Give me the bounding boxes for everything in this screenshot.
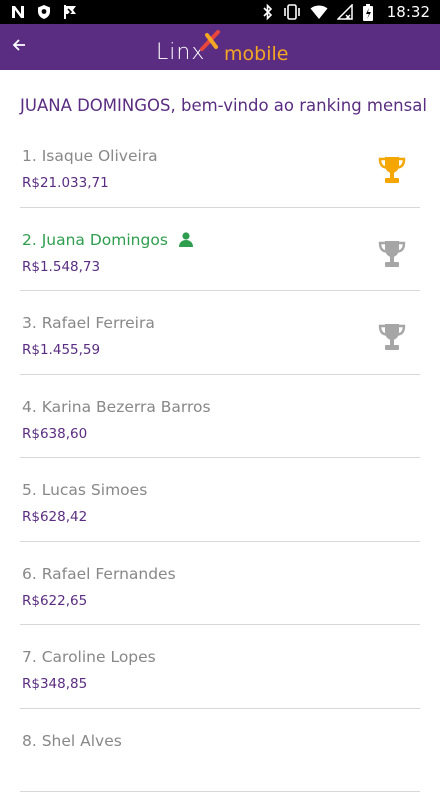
ranking-row[interactable]: 3. Rafael Ferreira R$1.455,59	[20, 291, 420, 375]
ranking-name-text: 5. Lucas Simoes	[22, 481, 147, 499]
ranking-name: 1. Isaque Oliveira	[22, 147, 158, 165]
ranking-name: 6. Rafael Fernandes	[22, 565, 176, 583]
ranking-name-text: 1. Isaque Oliveira	[22, 147, 158, 165]
ranking-list: 1. Isaque Oliveira R$21.033,71 2. Juana Do…	[0, 124, 440, 792]
ranking-row[interactable]: 8. Shel Alves	[20, 709, 420, 792]
no-signal-icon	[337, 4, 353, 20]
ranking-name: 4. Karina Bezerra Barros	[22, 398, 211, 416]
ranking-row[interactable]: 7. Caroline Lopes R$348,85	[20, 625, 420, 709]
logo-x-mark-icon	[198, 29, 224, 51]
vibrate-icon	[283, 4, 301, 20]
status-time: 18:32	[387, 3, 430, 21]
ranking-value: R$622,65	[22, 593, 87, 609]
ranking-value: R$1.455,59	[22, 342, 100, 358]
arrow-left-icon	[11, 37, 27, 53]
ranking-name-text: 6. Rafael Fernandes	[22, 565, 176, 583]
silver-trophy-icon	[376, 321, 408, 353]
silver-trophy-icon	[376, 238, 408, 270]
ranking-row[interactable]: 1. Isaque Oliveira R$21.033,71	[20, 124, 420, 208]
welcome-message: JUANA DOMINGOS, bem-vindo ao ranking men…	[20, 96, 430, 115]
ranking-name: 3. Rafael Ferreira	[22, 314, 155, 332]
ranking-name: 5. Lucas Simoes	[22, 481, 147, 499]
ranking-row[interactable]: 4. Karina Bezerra Barros R$638,60	[20, 375, 420, 459]
ranking-value: R$1.548,73	[22, 259, 100, 275]
status-bar: 18:32	[0, 0, 440, 24]
linx-mobile-logo: Linx mobile	[156, 27, 296, 67]
ranking-name: 7. Caroline Lopes	[22, 648, 156, 666]
ranking-row[interactable]: 6. Rafael Fernandes R$622,65	[20, 542, 420, 626]
logo-mobile-text: mobile	[224, 43, 288, 65]
back-button[interactable]	[6, 32, 32, 58]
bluetooth-icon	[262, 4, 274, 20]
wifi-icon	[310, 4, 328, 20]
ranking-value: R$638,60	[22, 426, 87, 442]
battery-icon	[362, 4, 374, 21]
ranking-value: R$348,85	[22, 676, 87, 692]
shield-icon	[36, 4, 52, 20]
ranking-value: R$628,42	[22, 509, 87, 525]
ranking-name: 2. Juana Domingos	[22, 231, 194, 251]
status-left-icons	[10, 2, 78, 22]
status-right-icons: 18:32	[262, 2, 430, 22]
ranking-row[interactable]: 5. Lucas Simoes R$628,42	[20, 458, 420, 542]
ranking-row[interactable]: 2. Juana Domingos R$1.548,73	[20, 208, 420, 292]
n-icon	[10, 4, 26, 20]
user-icon	[178, 231, 194, 251]
ranking-name-text: 4. Karina Bezerra Barros	[22, 398, 211, 416]
flag-icon	[62, 4, 78, 20]
ranking-name-text: 8. Shel Alves	[22, 732, 122, 750]
ranking-name-text: 7. Caroline Lopes	[22, 648, 156, 666]
ranking-name-text: 2. Juana Domingos	[22, 231, 168, 249]
ranking-name-text: 3. Rafael Ferreira	[22, 314, 155, 332]
ranking-name: 8. Shel Alves	[22, 732, 122, 750]
gold-trophy-icon	[376, 154, 408, 186]
app-bar: Linx mobile	[0, 24, 440, 70]
ranking-value: R$21.033,71	[22, 175, 109, 191]
